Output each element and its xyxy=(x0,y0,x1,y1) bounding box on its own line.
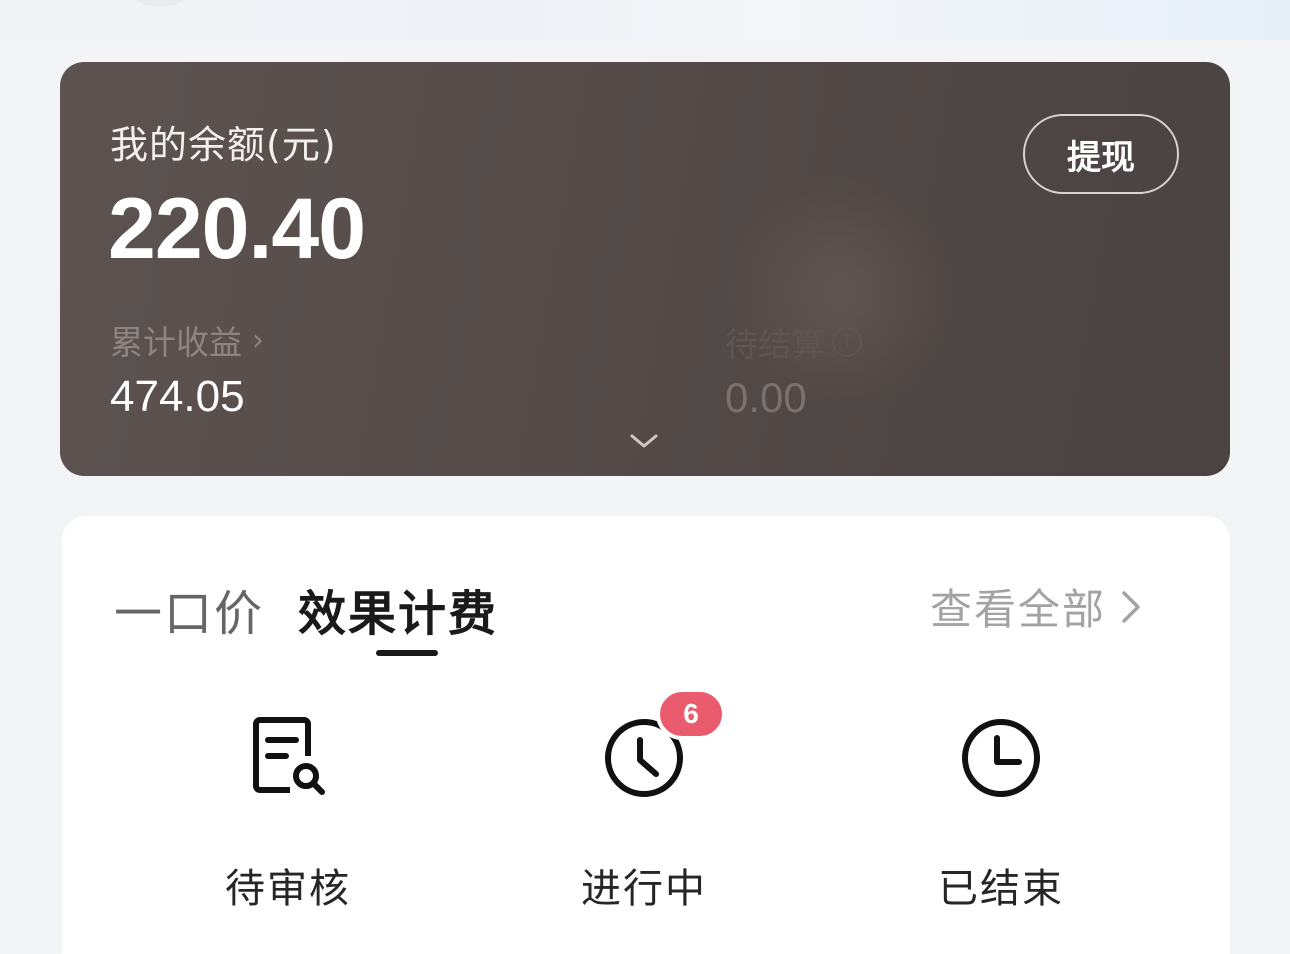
active-tab-indicator xyxy=(376,650,438,656)
chevron-right-icon xyxy=(1122,590,1140,623)
status-label: 待审核 xyxy=(225,866,351,912)
notification-badge: 6 xyxy=(656,688,726,740)
avatar[interactable] xyxy=(120,0,200,6)
pending-settlement-value: 0.00 xyxy=(725,374,807,421)
document-search-icon xyxy=(253,717,325,795)
cumulative-earnings-link[interactable]: 累计收益 › xyxy=(110,316,264,364)
tab-effect-billing[interactable]: 效果计费 xyxy=(298,574,498,644)
page: 我的余额(元) 220.40 提现 累计收益 › 474.05 待结算 i 0.… xyxy=(0,0,1290,954)
chevron-down-icon[interactable] xyxy=(628,430,660,452)
status-label: 进行中 xyxy=(581,866,707,912)
status-label: 已结束 xyxy=(938,866,1064,912)
info-icon[interactable]: i xyxy=(832,327,862,357)
cumulative-earnings-value: 474.05 xyxy=(110,372,245,421)
status-in-progress[interactable]: 6 进行中 xyxy=(524,688,764,912)
balance-amount: 220.40 xyxy=(108,181,366,277)
clock-icon xyxy=(962,719,1040,797)
view-all-link[interactable]: 查看全部 xyxy=(930,576,1144,637)
balance-card: 我的余额(元) 220.40 提现 累计收益 › 474.05 待结算 i 0.… xyxy=(60,62,1230,476)
balance-title: 我的余额(元) xyxy=(110,123,337,167)
cumulative-earnings-label: 累计收益 xyxy=(110,323,242,362)
pending-settlement-label-group: 待结算 i xyxy=(725,318,862,366)
status-pending-review[interactable]: 待审核 xyxy=(168,706,408,912)
withdraw-button[interactable]: 提现 xyxy=(1023,114,1179,194)
orders-card: 一口价 效果计费 查看全部 待审核 6 进行中 已结束 xyxy=(62,516,1230,954)
status-ended[interactable]: 已结束 xyxy=(881,706,1121,912)
view-all-label: 查看全部 xyxy=(930,585,1107,634)
chevron-right-icon: › xyxy=(252,322,264,358)
top-header-remnant xyxy=(0,0,1290,40)
tab-fixed-price[interactable]: 一口价 xyxy=(114,574,264,644)
pending-settlement-label: 待结算 xyxy=(725,325,824,364)
